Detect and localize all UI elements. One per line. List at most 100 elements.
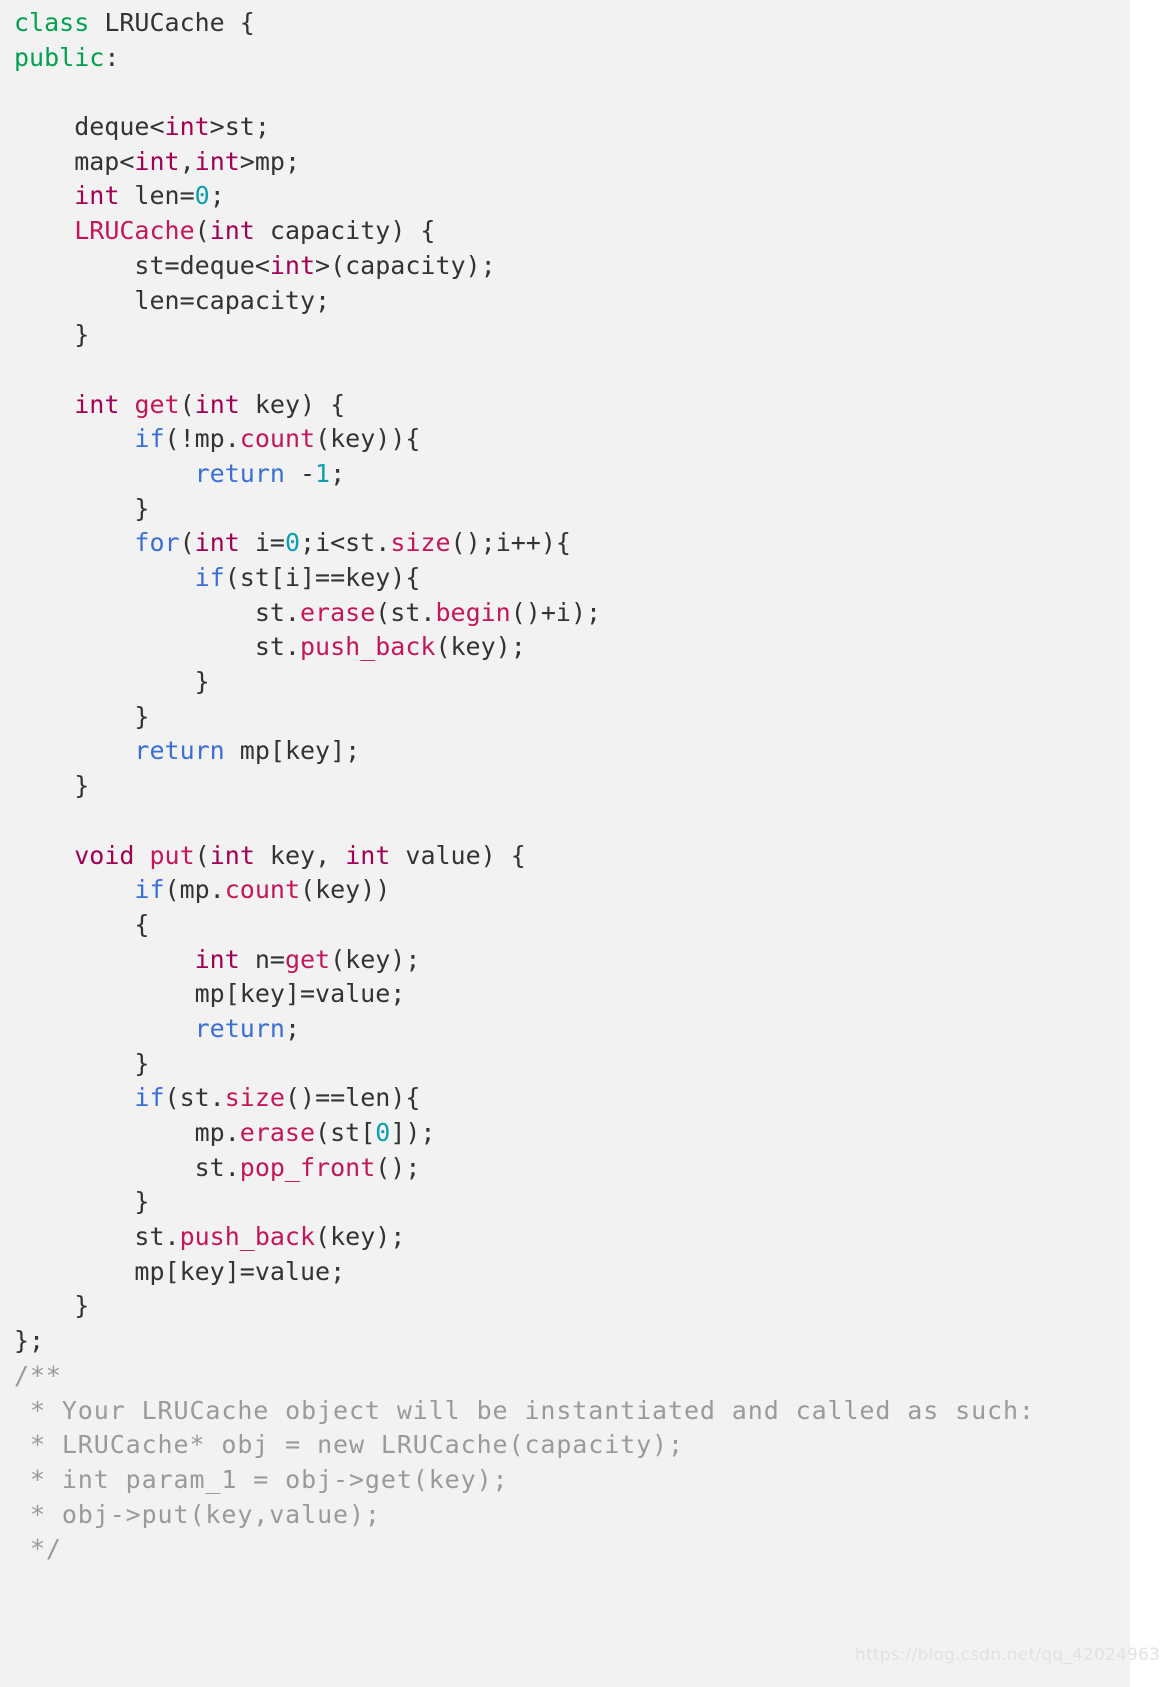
code-token-plain: ,	[179, 146, 195, 176]
code-token-plain: }	[14, 1187, 150, 1217]
code-token-plain: value) {	[390, 840, 526, 870]
code-line: public:	[14, 41, 1130, 76]
code-token-fn: count	[224, 875, 301, 905]
code-token-plain: ]);	[390, 1118, 436, 1147]
code-token-fn: get	[134, 389, 180, 419]
code-token-plain: (	[194, 840, 210, 870]
csdn-watermark: https://blog.csdn.net/qq_42024963	[855, 1645, 1161, 1665]
code-line: }	[14, 700, 1130, 735]
code-token-plain: (key);	[315, 1222, 406, 1252]
code-token-plain: st=deque<	[14, 250, 270, 280]
code-token-plain: {	[14, 909, 150, 939]
code-line: int n=get(key);	[14, 943, 1130, 978]
code-line: for(int i=0;i<st.size();i++){	[14, 526, 1130, 561]
code-line: st.push_back(key);	[14, 1220, 1130, 1255]
code-token-ctrl: return	[194, 458, 285, 488]
code-token-type: int	[194, 944, 240, 974]
code-token-num: 0	[194, 181, 210, 211]
code-line: len=capacity;	[14, 284, 1130, 319]
code-token-plain: mp[key]=value;	[14, 979, 406, 1009]
code-token-plain: key) {	[239, 389, 346, 419]
code-token-num: 0	[284, 528, 301, 558]
code-token-fn: get	[284, 944, 331, 974]
code-token-plain: capacity) {	[254, 216, 436, 246]
code-token-plain: ();	[375, 1152, 421, 1182]
code-token-type: int	[194, 146, 240, 176]
code-line: }	[14, 318, 1130, 353]
code-token-type: int	[134, 146, 180, 176]
code-token-plain: >mp;	[239, 146, 301, 176]
code-token-kw: class	[14, 8, 105, 37]
code-token-plain: len=capacity;	[14, 285, 331, 315]
code-line: if(st.size()==len){	[14, 1081, 1130, 1116]
code-token-plain: (	[194, 216, 210, 246]
code-line: st.pop_front();	[14, 1151, 1130, 1186]
code-comment-line: * LRUCache* obj = new LRUCache(capacity)…	[14, 1430, 684, 1460]
code-line: if(!mp.count(key)){	[14, 422, 1130, 457]
code-comment-line: */	[14, 1534, 62, 1564]
code-viewer: class LRUCache {public: deque<int>st; ma…	[0, 0, 1130, 1687]
code-line: mp.erase(st[0]);	[14, 1116, 1130, 1151]
code-line: }	[14, 1289, 1130, 1324]
code-line: return;	[14, 1012, 1130, 1047]
code-token-plain: ;i<st.	[300, 528, 391, 558]
code-token-fn: push_back	[179, 1222, 316, 1252]
code-line: }	[14, 492, 1130, 527]
code-line: mp[key]=value;	[14, 977, 1130, 1012]
code-token-ctrl: if	[134, 1083, 165, 1113]
code-token-plain: ;	[284, 1013, 300, 1043]
code-token-fn: erase	[299, 597, 376, 627]
code-line: }	[14, 1185, 1130, 1220]
code-token-type: int	[345, 840, 391, 870]
code-token-fn: begin	[435, 597, 511, 627]
code-line: }	[14, 1047, 1130, 1082]
code-token-plain: }	[14, 1291, 90, 1321]
code-line: class LRUCache {	[14, 6, 1130, 41]
code-token-num: 1	[315, 458, 331, 488]
code-token-plain: st.	[14, 1222, 180, 1252]
code-token-plain: (st[	[315, 1118, 376, 1147]
code-token-plain: len=	[119, 181, 195, 211]
code-token-fn: LRUCache	[74, 216, 195, 246]
code-token-plain: key,	[254, 840, 346, 870]
code-token-plain: }	[14, 667, 210, 697]
code-token-type: int	[269, 250, 316, 280]
code-token-plain: mp[key];	[224, 736, 361, 766]
code-token-plain: ();i++){	[450, 528, 571, 558]
code-token-fn: count	[239, 424, 316, 454]
code-line: };	[14, 1324, 1130, 1359]
code-token-plain: (st.	[375, 597, 436, 627]
code-token-plain: st.	[14, 1152, 240, 1182]
code-line: int len=0;	[14, 179, 1130, 214]
code-comment-line: * obj->put(key,value);	[14, 1499, 381, 1529]
code-line: st.push_back(key);	[14, 630, 1130, 665]
code-token-plain: (key)){	[315, 424, 421, 454]
code-token-plain: (key);	[330, 944, 421, 974]
code-token-ctrl: if	[134, 875, 165, 905]
code-token-plain: deque<	[14, 112, 165, 142]
code-token-ctrl: return	[134, 736, 225, 766]
code-token-type: int	[74, 389, 120, 419]
code-line: return -1;	[14, 457, 1130, 492]
code-comment-line: * int param_1 = obj->get(key);	[14, 1464, 509, 1494]
code-token-type: int	[194, 528, 240, 558]
code-token-plain: ()==len){	[284, 1083, 421, 1113]
code-token-plain: (st.	[164, 1083, 225, 1113]
code-token-kw: public	[14, 42, 105, 72]
code-token-fn: erase	[239, 1118, 316, 1147]
